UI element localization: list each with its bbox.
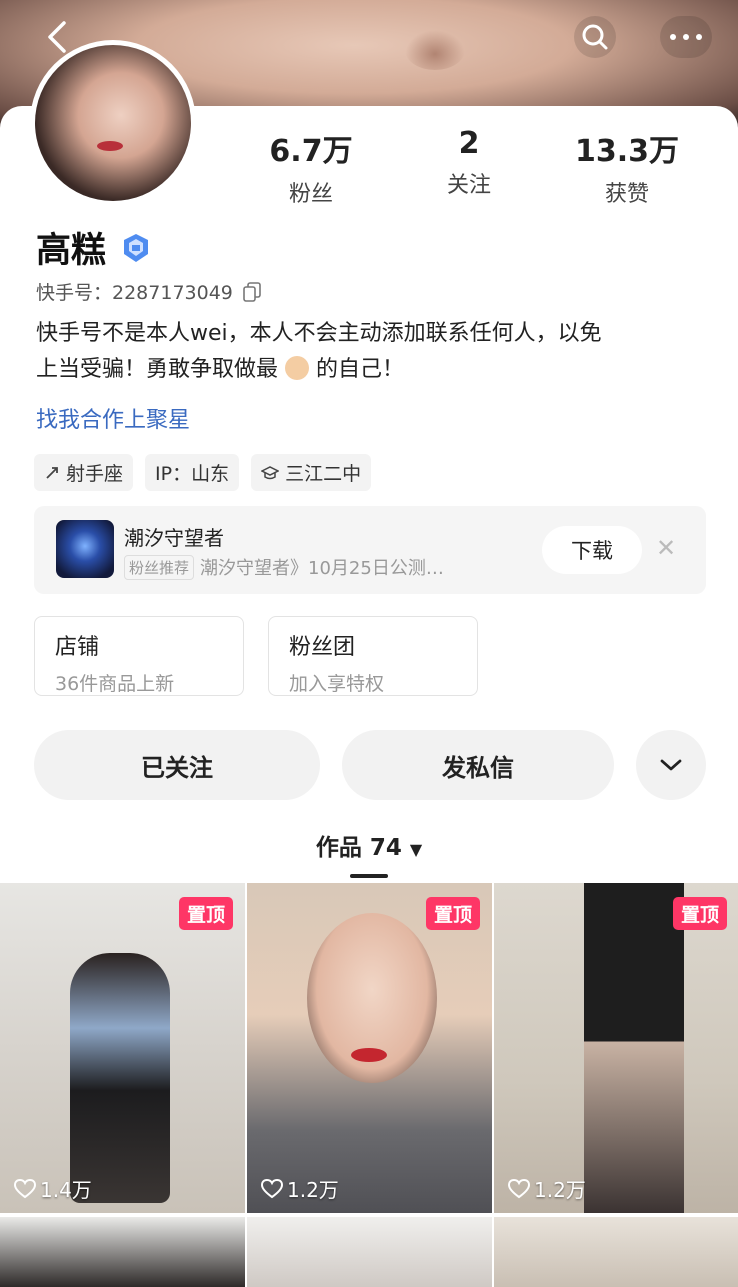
like-count: 1.4万 bbox=[14, 1174, 92, 1203]
like-count-value: 1.2万 bbox=[534, 1178, 586, 1202]
following-button[interactable]: 已关注 bbox=[34, 730, 320, 800]
more-button[interactable] bbox=[660, 16, 712, 58]
ip-label: IP：山东 bbox=[155, 463, 230, 485]
following-label: 关注 bbox=[446, 173, 491, 198]
promo-subtitle-row: 粉丝推荐 潮汐守望者》10月25日公测… bbox=[124, 554, 444, 580]
fan-club-entry[interactable]: 粉丝团 加入享特权 bbox=[268, 616, 478, 696]
shop-entry[interactable]: 店铺 36件商品上新 bbox=[34, 616, 244, 696]
following-stat[interactable]: 2 关注 bbox=[394, 126, 544, 199]
verified-badge-icon[interactable] bbox=[120, 232, 152, 264]
fan-club-title: 粉丝团 bbox=[289, 635, 356, 660]
video-tile[interactable] bbox=[0, 1217, 245, 1287]
promo-subtitle: 潮汐守望者》10月25日公测… bbox=[200, 558, 444, 579]
works-tab-label: 作品 74 bbox=[315, 835, 402, 861]
bio-line-1: 快手号不是本人wei，本人不会主动添加联系任何人，以免 bbox=[36, 321, 602, 346]
video-tile[interactable]: 置顶 1.4万 bbox=[0, 883, 245, 1213]
school-tag[interactable]: 三江二中 bbox=[251, 454, 372, 491]
heart-icon bbox=[14, 1178, 36, 1198]
game-promo-card[interactable]: 潮汐守望者 粉丝推荐 潮汐守望者》10月25日公测… 下载 ✕ bbox=[34, 506, 706, 594]
bio-line-2-start: 上当受骗！勇敢争取做最 bbox=[36, 357, 279, 382]
video-tile[interactable] bbox=[247, 1217, 492, 1287]
game-app-icon bbox=[56, 520, 114, 578]
likes-stat[interactable]: 13.3万 获赞 bbox=[552, 126, 702, 208]
user-id: 快手号：2287173049 bbox=[36, 282, 233, 304]
caret-down-icon: ▼ bbox=[409, 840, 423, 859]
ip-tag: IP：山东 bbox=[145, 454, 240, 491]
profile-tags: 射手座 IP：山东 三江二中 bbox=[34, 454, 372, 491]
search-icon bbox=[582, 24, 608, 50]
profile-bio: 快手号不是本人wei，本人不会主动添加联系任何人，以免 上当受骗！勇敢争取做最 … bbox=[36, 316, 706, 388]
followers-count: 6.7万 bbox=[269, 134, 353, 169]
pinned-badge: 置顶 bbox=[178, 897, 233, 930]
zodiac-label: 射手座 bbox=[66, 463, 124, 485]
followers-label: 粉丝 bbox=[288, 182, 333, 207]
heart-icon bbox=[508, 1178, 530, 1198]
pinned-badge: 置顶 bbox=[672, 897, 727, 930]
graduation-cap-icon bbox=[261, 465, 280, 479]
followers-stat[interactable]: 6.7万 粉丝 bbox=[236, 126, 386, 208]
like-count: 1.2万 bbox=[261, 1174, 339, 1203]
pinned-badge: 置顶 bbox=[425, 897, 480, 930]
fan-recommend-badge: 粉丝推荐 bbox=[124, 554, 195, 580]
user-id-row: 快手号：2287173049 bbox=[36, 278, 261, 305]
promo-title: 潮汐守望者 bbox=[124, 526, 224, 550]
message-button[interactable]: 发私信 bbox=[342, 730, 614, 800]
school-label: 三江二中 bbox=[285, 463, 362, 485]
avatar[interactable] bbox=[30, 40, 196, 206]
zodiac-icon bbox=[46, 466, 58, 479]
video-tile[interactable] bbox=[494, 1217, 738, 1287]
fan-club-subtitle: 加入享特权 bbox=[289, 673, 385, 695]
like-count: 1.2万 bbox=[508, 1174, 586, 1203]
shop-title: 店铺 bbox=[55, 635, 100, 660]
like-count-value: 1.4万 bbox=[40, 1178, 92, 1202]
likes-label: 获赞 bbox=[604, 182, 649, 207]
heart-icon bbox=[261, 1178, 283, 1198]
close-icon[interactable]: ✕ bbox=[656, 534, 676, 562]
more-dots-icon bbox=[670, 34, 702, 40]
ok-hand-icon bbox=[285, 356, 310, 380]
following-count: 2 bbox=[458, 126, 480, 161]
tab-indicator bbox=[350, 874, 388, 878]
bio-line-2-end: 的自己！ bbox=[316, 357, 405, 382]
expand-button[interactable] bbox=[636, 730, 706, 800]
works-tab[interactable]: 作品 74 ▼ bbox=[0, 828, 738, 878]
video-tile[interactable]: 置顶 1.2万 bbox=[494, 883, 738, 1213]
shop-subtitle: 36件商品上新 bbox=[55, 673, 175, 695]
video-tile[interactable]: 置顶 1.2万 bbox=[247, 883, 492, 1213]
profile-name: 高糕 bbox=[36, 231, 107, 271]
copy-icon[interactable] bbox=[243, 281, 261, 302]
chevron-left-icon bbox=[48, 21, 66, 53]
like-count-value: 1.2万 bbox=[287, 1178, 339, 1202]
profile-name-row: 高糕 bbox=[36, 222, 152, 273]
search-button[interactable] bbox=[574, 16, 616, 58]
download-button[interactable]: 下载 bbox=[542, 526, 642, 574]
cooperation-link[interactable]: 找我合作上聚星 bbox=[36, 402, 190, 434]
chevron-down-icon bbox=[660, 759, 682, 771]
likes-count: 13.3万 bbox=[574, 134, 680, 169]
bio-line-2: 上当受骗！勇敢争取做最 的自己！ bbox=[36, 352, 706, 388]
zodiac-tag: 射手座 bbox=[34, 454, 134, 491]
